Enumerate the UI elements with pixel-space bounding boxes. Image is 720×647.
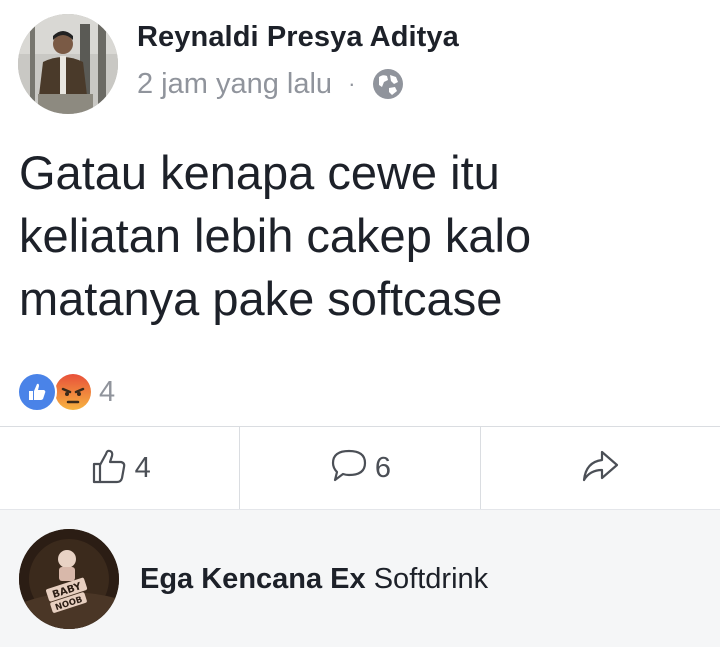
author-avatar[interactable] [18,14,118,114]
baby-noob-logo-image: BABY NOOB [19,529,119,629]
comment-button[interactable]: 6 [240,427,481,509]
post-timestamp[interactable]: 2 jam yang lalu [137,68,332,101]
angry-reaction-icon [53,372,93,412]
reactions-summary[interactable]: 4 [17,372,115,412]
globe-icon [371,67,405,101]
comment-line: Ega Kencana Ex Softdrink [140,563,488,596]
action-bar: 4 6 [0,426,720,509]
share-button[interactable] [481,427,720,509]
author-avatar-image [18,14,118,114]
post-header: Reynaldi Presya Aditya 2 jam yang lalu · [0,0,720,120]
like-reaction-icon [17,372,57,412]
commenter-avatar[interactable]: BABY NOOB [19,529,119,629]
commenter-name[interactable]: Ega Kencana Ex [140,563,366,595]
reaction-count: 4 [99,375,116,408]
post-text: Gatau kenapa cewe itu keliatan lebih cak… [19,146,532,325]
comment-bubble-icon [329,446,369,491]
meta-separator: · [348,71,356,96]
share-arrow-icon [580,446,620,491]
post-meta: 2 jam yang lalu · [137,66,405,102]
thumbs-up-icon [89,446,129,491]
comment-preview: BABY NOOB Ega Kencana Ex Softdrink [0,509,720,647]
like-button[interactable]: 4 [0,427,241,509]
like-count: 4 [134,451,151,484]
comment-text: Softdrink [373,563,489,595]
author-name[interactable]: Reynaldi Presya Aditya [137,21,459,54]
comment-count: 6 [374,451,392,484]
